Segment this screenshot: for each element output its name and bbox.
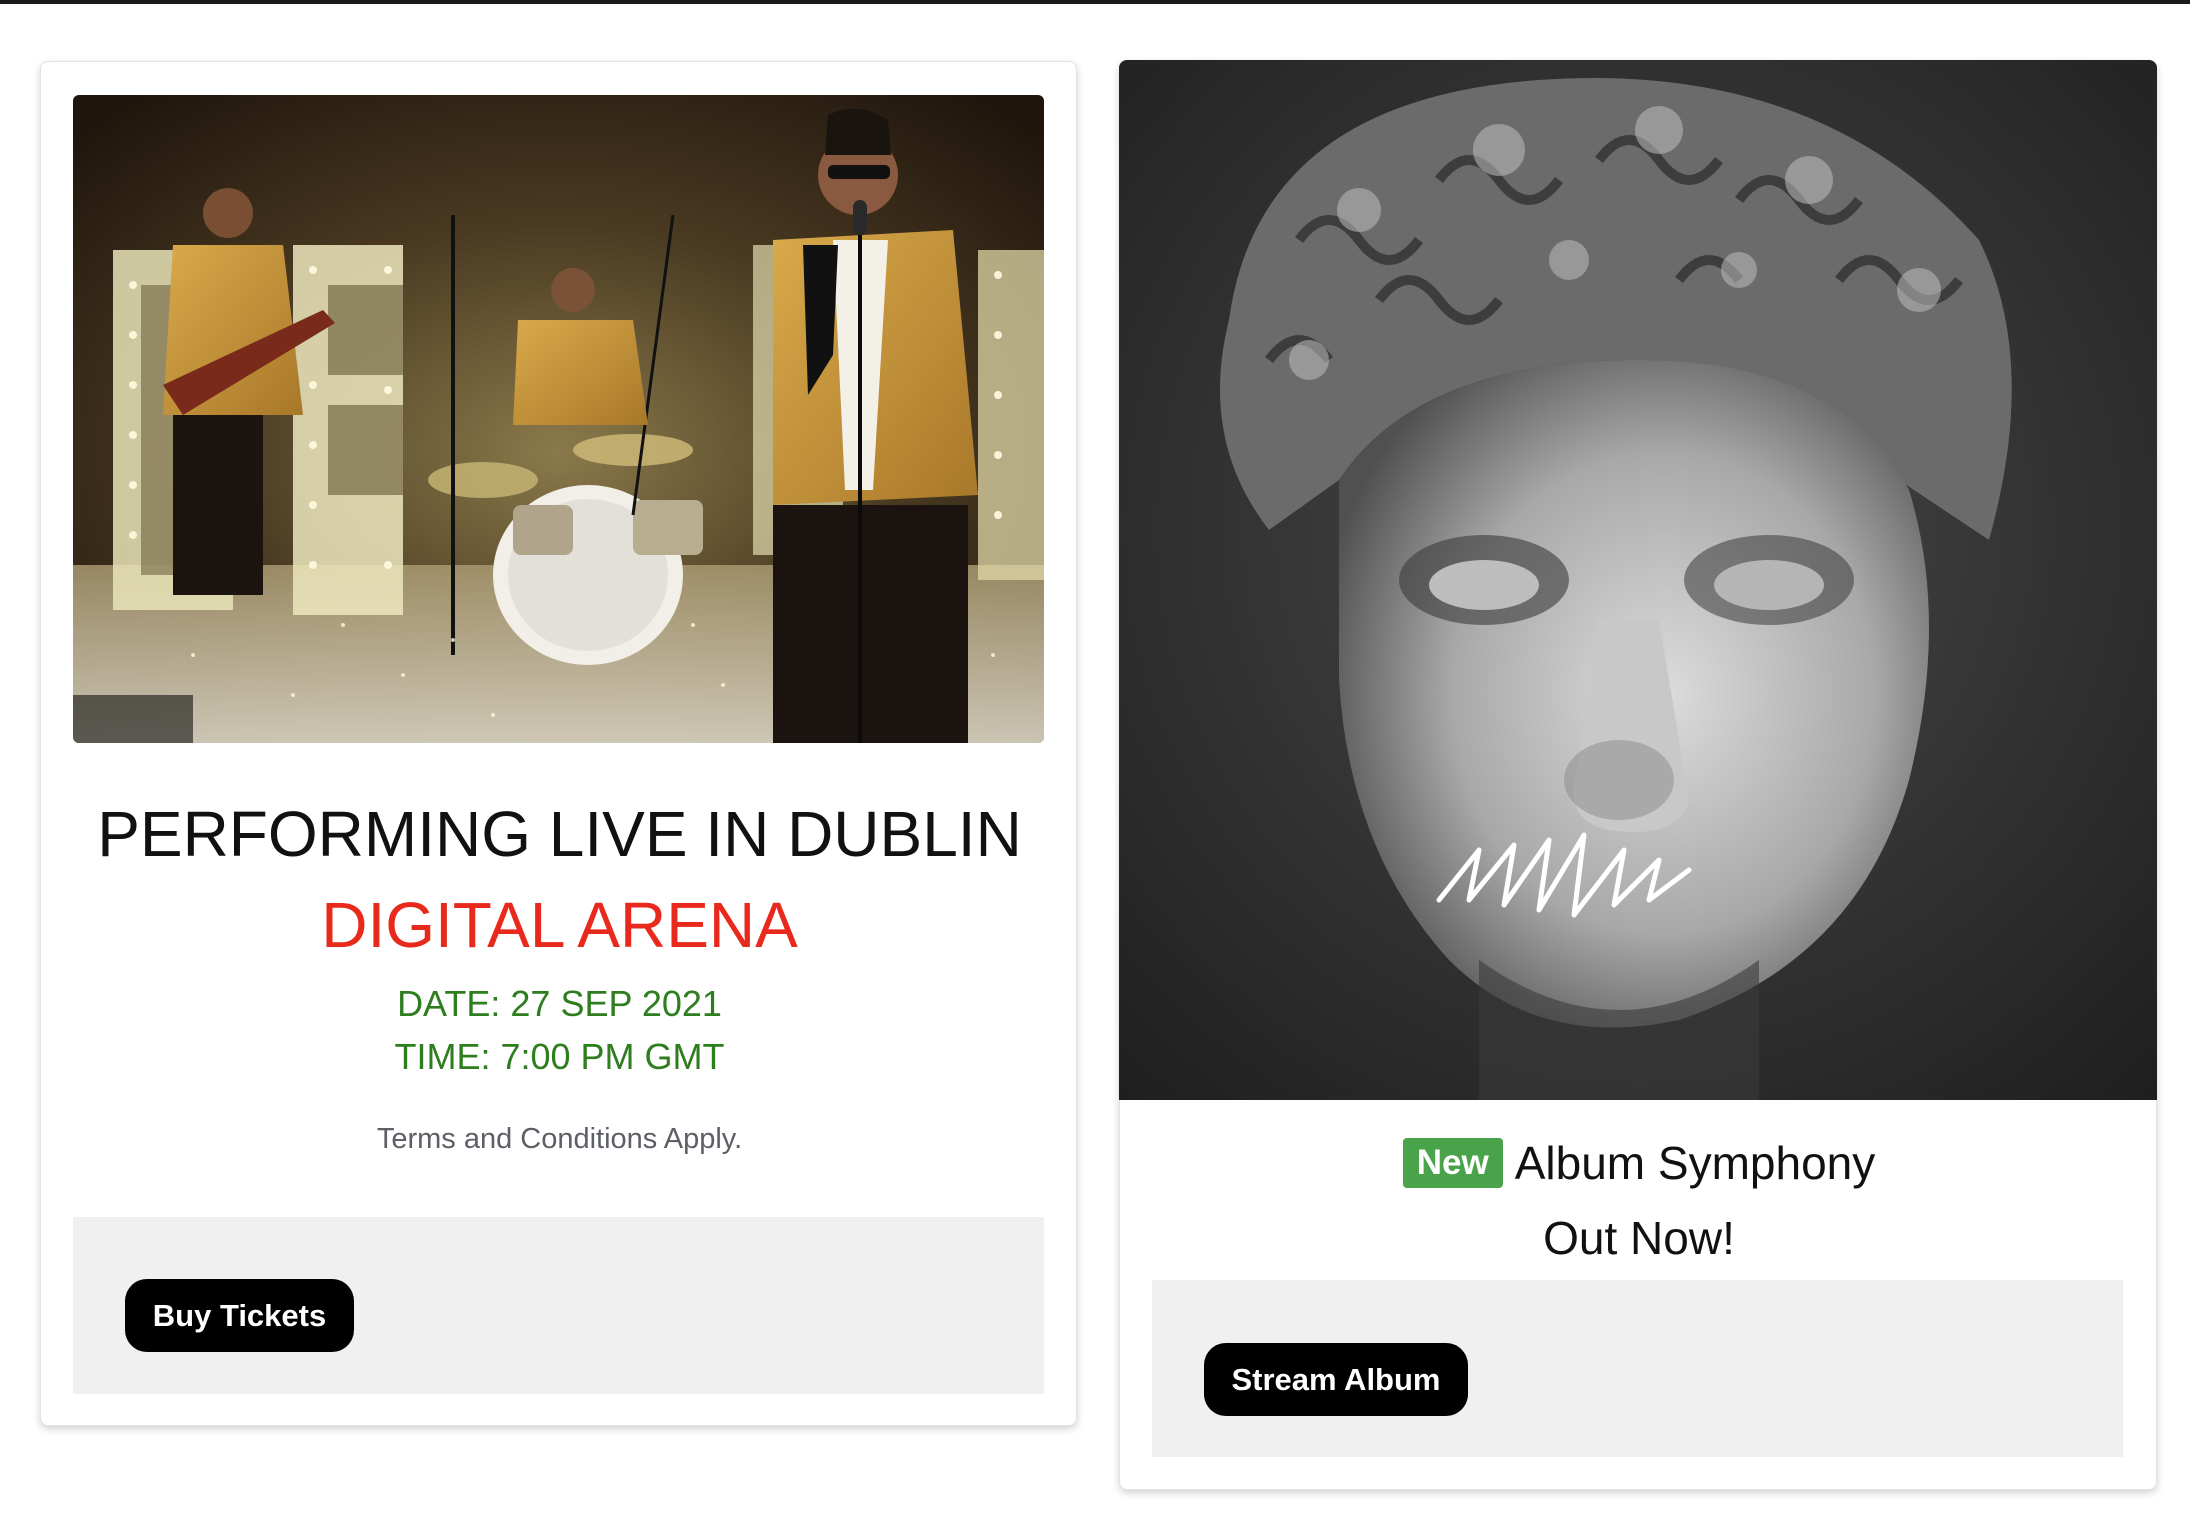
album-headline: New Album Symphony	[1120, 1136, 2158, 1190]
concert-card-footer: Buy Tickets	[73, 1217, 1044, 1394]
venue-name: DIGITAL ARENA	[321, 889, 798, 961]
album-card: New Album Symphony Out Now! Stream Album	[1119, 60, 2157, 1490]
event-title: PERFORMING LIVE IN DUBLIN	[97, 798, 1022, 870]
new-badge: New	[1402, 1138, 1503, 1188]
album-subtitle: Out Now!	[1543, 1212, 1735, 1264]
stream-album-button[interactable]: Stream Album	[1204, 1343, 1468, 1416]
buy-tickets-button[interactable]: Buy Tickets	[125, 1279, 354, 1352]
band-performance-photo	[73, 95, 1044, 743]
event-date: DATE: 27 SEP 2021	[397, 983, 722, 1024]
album-card-footer: Stream Album	[1152, 1280, 2123, 1457]
album-title: Album Symphony	[1514, 1137, 1876, 1189]
event-time: TIME: 7:00 PM GMT	[394, 1036, 725, 1077]
top-rule	[0, 0, 2190, 4]
concert-card: PERFORMING LIVE IN DUBLIN DIGITAL ARENA …	[40, 61, 1077, 1426]
album-cover-statue-photo	[1119, 60, 2157, 1100]
terms-text: Terms and Conditions Apply.	[376, 1123, 743, 1155]
